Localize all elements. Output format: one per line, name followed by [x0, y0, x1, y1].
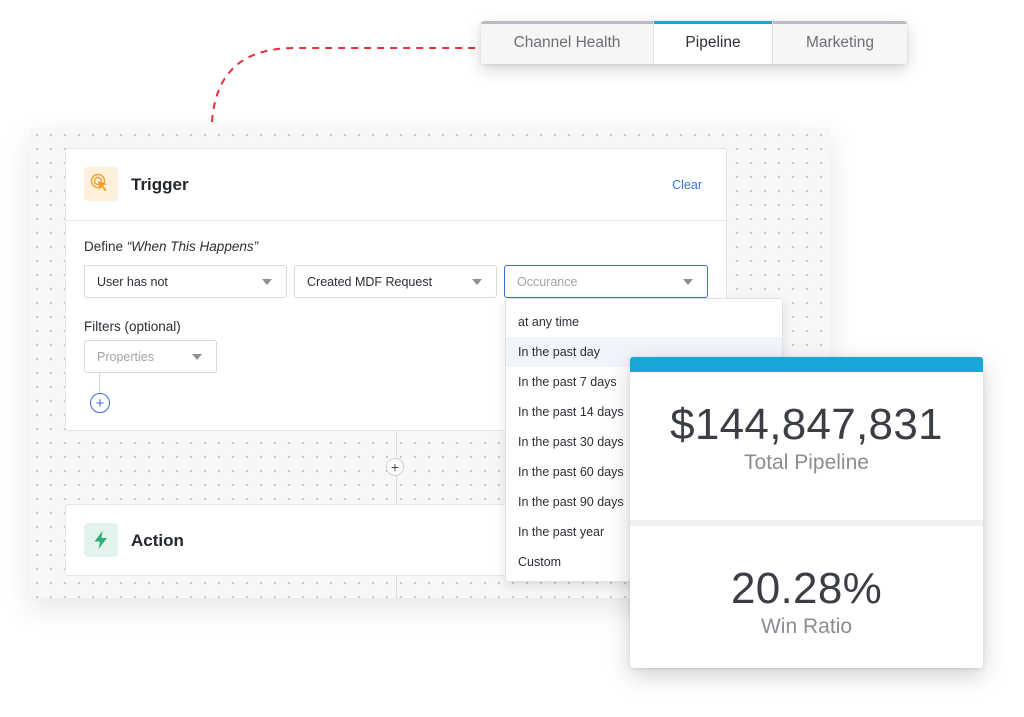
chevron-down-icon [683, 279, 693, 285]
trigger-title: Trigger [131, 175, 189, 194]
lightning-icon [84, 523, 118, 557]
action-title: Action [131, 531, 184, 550]
win-ratio-label: Win Ratio [760, 615, 853, 638]
chevron-down-icon [472, 279, 482, 285]
add-step-button[interactable]: + [386, 458, 404, 476]
filters-label: Filters (optional) [84, 319, 181, 334]
occurance-select[interactable]: Occurance [504, 265, 708, 298]
stats-accent-bar [630, 357, 983, 372]
total-pipeline-stat: $144,847,831 Total Pipeline [630, 401, 983, 475]
clear-link[interactable]: Clear [672, 178, 702, 192]
stats-card: $144,847,831 Total Pipeline 20.28% Win R… [630, 357, 983, 668]
tab-channel-health[interactable]: Channel Health [481, 21, 654, 64]
chevron-down-icon [262, 279, 272, 285]
win-ratio-value: 20.28% [730, 564, 883, 613]
pointer-click-icon [84, 167, 118, 201]
dropdown-item-any-time[interactable]: at any time [506, 307, 782, 337]
total-pipeline-value: $144,847,831 [670, 400, 943, 449]
filter-tree-line [99, 373, 100, 393]
tab-pipeline[interactable]: Pipeline [654, 21, 773, 64]
add-filter-button[interactable]: + [90, 393, 110, 413]
trigger-header: Trigger Clear [66, 149, 726, 221]
properties-select[interactable]: Properties [84, 340, 217, 373]
chevron-down-icon [192, 354, 202, 360]
tab-marketing[interactable]: Marketing [773, 21, 907, 64]
dashed-connector [211, 47, 481, 123]
event-select[interactable]: Created MDF Request [294, 265, 497, 298]
stats-divider [630, 520, 983, 526]
define-label: Define “When This Happens” [84, 239, 259, 254]
user-condition-select[interactable]: User has not [84, 265, 287, 298]
total-pipeline-label: Total Pipeline [744, 451, 869, 474]
dashboard-tabs: Channel Health Pipeline Marketing [481, 21, 907, 64]
win-ratio-stat: 20.28% Win Ratio [630, 565, 983, 639]
